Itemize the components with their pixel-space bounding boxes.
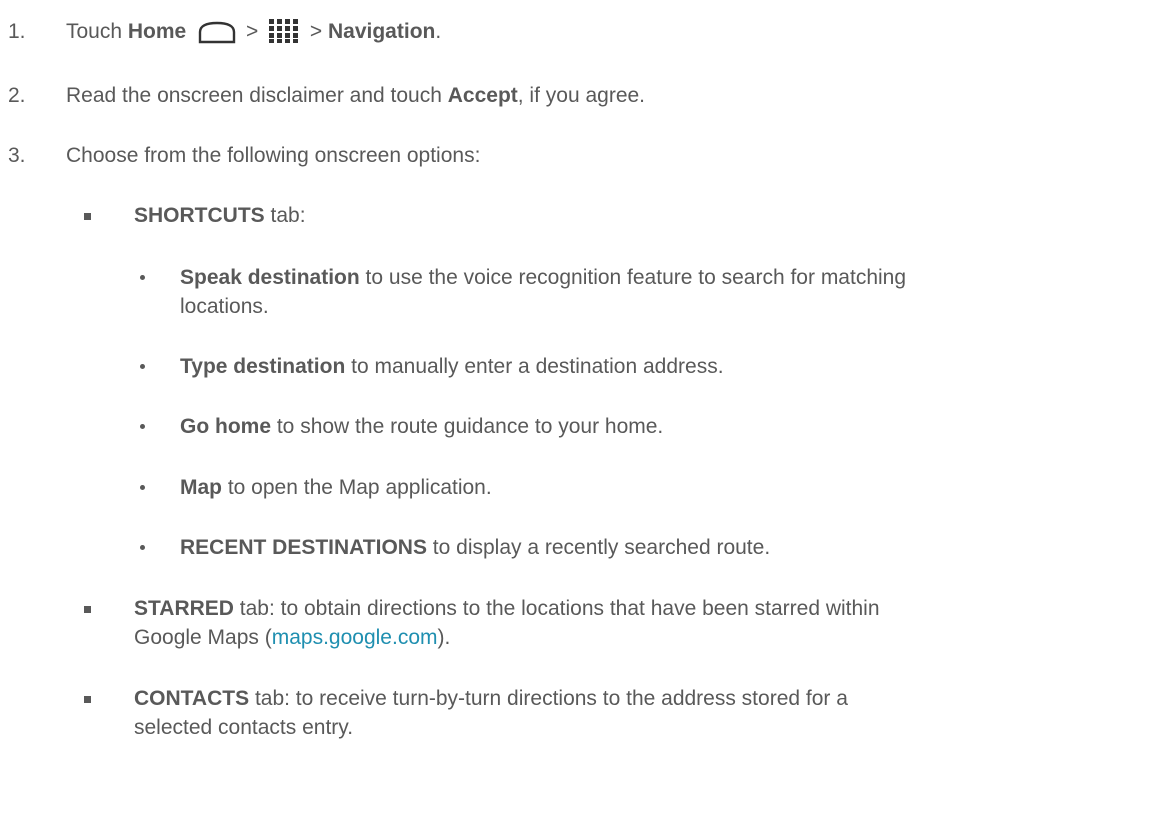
go-home-text: Go home to show the route guidance to yo… — [180, 413, 663, 441]
starred-line2-post: ). — [437, 626, 451, 649]
type-destination-text: Type destination to manually enter a des… — [180, 353, 724, 381]
shortcuts-label: SHORTCUTS — [134, 204, 265, 227]
starred-tab-line2: Google Maps (maps.google.com). — [134, 624, 450, 652]
contacts-tab-line2: selected contacts entry. — [134, 716, 354, 739]
map-text: Map to open the Map application. — [180, 474, 492, 502]
step-1-text: Touch Home > > Navigation. — [66, 18, 441, 52]
dot-bullet-icon — [140, 545, 145, 550]
contacts-desc: tab: to receive turn-by-turn directions … — [249, 687, 848, 710]
contacts-label: CONTACTS — [134, 687, 250, 710]
square-bullet-icon — [84, 696, 91, 703]
starred-label: STARRED — [134, 597, 234, 620]
recent-destinations-label: RECENT DESTINATIONS — [180, 536, 427, 559]
home-outline-icon — [198, 20, 236, 52]
contacts-tab-line1: CONTACTS tab: to receive turn-by-turn di… — [134, 685, 848, 713]
map-label: Map — [180, 476, 222, 499]
step-2-pre: Read the onscreen disclaimer and touch — [66, 84, 442, 107]
step-2-text: Read the onscreen disclaimer and touch A… — [66, 82, 645, 110]
go-home-desc: to show the route guidance to your home. — [271, 415, 664, 438]
step-1-end: . — [435, 20, 442, 43]
starred-desc: tab: to obtain directions to the locatio… — [233, 597, 880, 620]
map-desc: to open the Map application. — [222, 476, 492, 499]
step-1-separator: > — [309, 20, 323, 43]
go-home-label: Go home — [180, 415, 272, 438]
step-2-post: , if you agree. — [517, 84, 646, 107]
step-number: 2. — [8, 84, 26, 107]
shortcuts-post: tab: — [264, 204, 306, 227]
dot-bullet-icon — [140, 485, 145, 490]
accept-label: Accept — [447, 84, 518, 107]
dot-bullet-icon — [140, 364, 145, 369]
speak-destination-line2: locations. — [180, 295, 269, 318]
navigation-label: Navigation — [328, 20, 436, 43]
starred-line2-pre: Google Maps ( — [134, 626, 272, 649]
starred-tab-line1: STARRED tab: to obtain directions to the… — [134, 595, 880, 623]
step-1-separator: > — [245, 20, 259, 43]
instruction-document: 1. Touch Home > > Navigation. 2. Read th… — [0, 0, 1174, 818]
shortcuts-tab-text: SHORTCUTS tab: — [134, 202, 306, 230]
maps-google-link[interactable]: maps.google.com — [272, 626, 438, 649]
step-number: 1. — [8, 20, 26, 43]
step-number: 3. — [8, 144, 26, 167]
step-3-text: Choose from the following onscreen optio… — [66, 144, 481, 167]
recent-destinations-text: RECENT DESTINATIONS to display a recentl… — [180, 534, 770, 562]
speak-destination-line1: Speak destination to use the voice recog… — [180, 264, 906, 292]
speak-destination-desc: to use the voice recognition feature to … — [359, 266, 907, 289]
dot-bullet-icon — [140, 424, 145, 429]
apps-grid-icon — [268, 18, 300, 52]
type-destination-desc: to manually enter a destination address. — [345, 355, 724, 378]
dot-bullet-icon — [140, 275, 145, 280]
recent-destinations-desc: to display a recently searched route. — [426, 536, 771, 559]
step-1-pre: Touch — [66, 20, 123, 43]
type-destination-label: Type destination — [180, 355, 346, 378]
square-bullet-icon — [84, 213, 91, 220]
square-bullet-icon — [84, 606, 91, 613]
speak-destination-label: Speak destination — [180, 266, 360, 289]
home-label: Home — [127, 20, 187, 43]
